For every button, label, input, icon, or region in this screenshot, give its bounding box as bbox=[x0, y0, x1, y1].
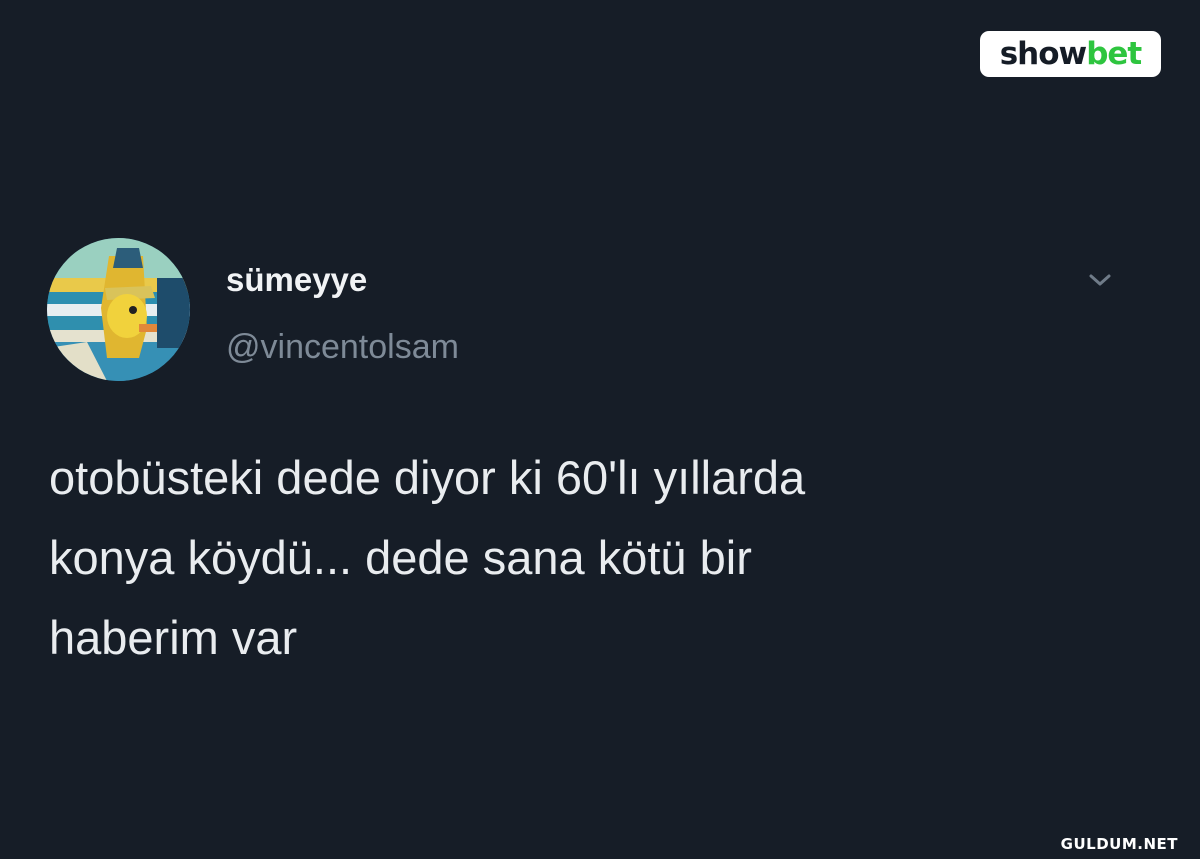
display-name[interactable]: sümeyye bbox=[226, 263, 367, 296]
avatar-image bbox=[47, 238, 190, 381]
watermark: GULDUM.NET bbox=[1060, 835, 1178, 853]
tweet-text: otobüsteki dede diyor ki 60'lı yıllarda … bbox=[49, 451, 806, 664]
showbet-logo: show bet bbox=[980, 31, 1161, 77]
user-handle[interactable]: @vincentolsam bbox=[226, 330, 459, 364]
chevron-down-icon[interactable] bbox=[1084, 266, 1116, 294]
avatar[interactable] bbox=[47, 238, 190, 381]
logo-text-show: show bbox=[999, 35, 1087, 72]
logo-text-bet: bet bbox=[1086, 35, 1142, 72]
